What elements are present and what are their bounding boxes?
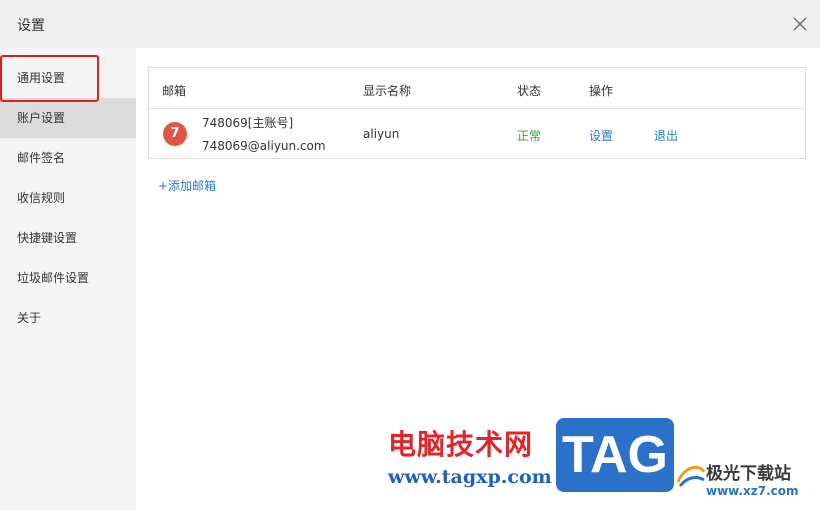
watermark-tag-badge: TAG <box>556 418 674 492</box>
close-icon <box>793 17 807 31</box>
account-logout-link[interactable]: 退出 <box>654 127 678 144</box>
sidebar-item-about[interactable]: 关于 <box>0 298 136 338</box>
sidebar-item-shortcuts[interactable]: 快捷键设置 <box>0 218 136 258</box>
account-display-name: aliyun <box>363 127 400 141</box>
status-badge: 正常 <box>517 129 542 143</box>
sidebar-item-label: 通用设置 <box>17 71 66 85</box>
sidebar-item-account[interactable]: 账户设置 <box>0 98 136 138</box>
add-mailbox-link[interactable]: +添加邮箱 <box>158 177 216 194</box>
sidebar-item-label: 关于 <box>17 311 42 325</box>
sidebar-item-label: 账户设置 <box>17 111 66 125</box>
sidebar-item-spam[interactable]: 垃圾邮件设置 <box>0 258 136 298</box>
sidebar-item-label: 快捷键设置 <box>17 231 78 245</box>
sidebar-item-label: 邮件签名 <box>17 151 66 165</box>
account-settings-link[interactable]: 设置 <box>589 127 613 144</box>
dialog-title: 设置 <box>17 18 45 34</box>
watermark-site-url: www.tagxp.com <box>388 466 552 488</box>
header-divider <box>149 108 805 109</box>
close-button[interactable] <box>788 12 812 36</box>
sidebar-item-general[interactable]: 通用设置 <box>0 58 136 98</box>
sidebar-item-label: 收信规则 <box>17 191 66 205</box>
dialog-titlebar: 设置 <box>0 0 820 48</box>
watermark-logo-url: www.xz7.com <box>706 484 799 498</box>
header-actions: 操作 <box>589 84 614 98</box>
watermark-logo-name: 极光下载站 <box>706 464 791 484</box>
watermark-swirl-icon <box>676 465 706 487</box>
settings-sidebar: 通用设置 账户设置 邮件签名 收信规则 快捷键设置 垃圾邮件设置 关于 <box>0 48 136 510</box>
accounts-table: 邮箱 显示名称 状态 操作 7 748069[主账号] 748069@aliyu… <box>148 67 806 159</box>
watermark-site-name: 电脑技术网 <box>388 428 534 461</box>
account-email: 748069@aliyun.com <box>202 139 326 153</box>
sidebar-item-signature[interactable]: 邮件签名 <box>0 138 136 178</box>
header-display-name: 显示名称 <box>363 84 412 98</box>
avatar: 7 <box>163 122 187 146</box>
account-title: 748069[主账号] <box>202 116 294 130</box>
sidebar-item-rules[interactable]: 收信规则 <box>0 178 136 218</box>
header-status: 状态 <box>517 84 542 98</box>
header-mailbox: 邮箱 <box>162 84 187 98</box>
sidebar-item-label: 垃圾邮件设置 <box>17 271 90 285</box>
